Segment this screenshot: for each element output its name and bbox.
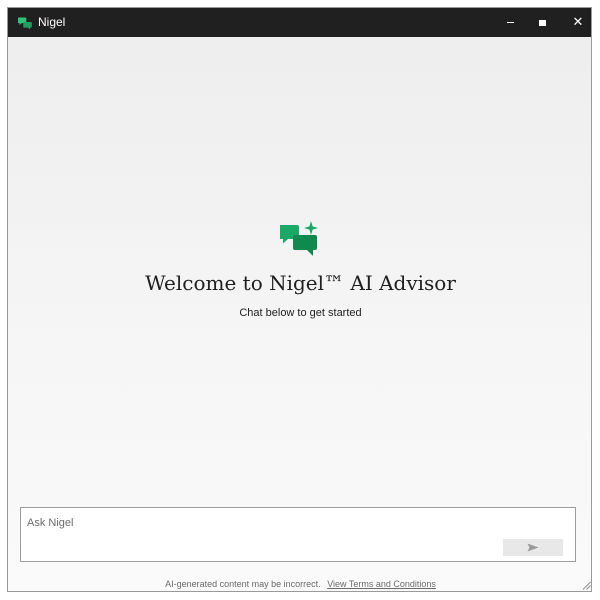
disclaimer-text: AI-generated content may be incorrect.	[165, 579, 321, 589]
resize-grip-icon[interactable]	[582, 581, 591, 590]
ask-input[interactable]	[27, 514, 497, 532]
terms-link[interactable]: View Terms and Conditions	[327, 579, 436, 589]
minimize-button[interactable]	[492, 8, 528, 37]
chat-bubbles-icon	[18, 17, 32, 30]
app-window: Nigel ✕ Welcome to Nigel™ AI Advisor Cha…	[7, 7, 592, 592]
minimize-icon	[506, 21, 514, 24]
footer: AI-generated content may be incorrect. V…	[8, 578, 591, 590]
chat-composer	[20, 507, 576, 562]
welcome-title: Welcome to Nigel™ AI Advisor	[145, 271, 456, 295]
window-title: Nigel	[38, 15, 66, 29]
send-button[interactable]	[503, 539, 563, 556]
close-button[interactable]: ✕	[560, 8, 591, 37]
title-bar[interactable]: Nigel ✕	[8, 8, 591, 37]
close-icon: ✕	[572, 15, 584, 30]
maximize-button[interactable]	[524, 8, 560, 37]
maximize-icon	[538, 19, 546, 26]
welcome-subtitle: Chat below to get started	[239, 307, 362, 319]
chat-bubbles-sparkle-icon	[280, 221, 318, 256]
send-arrow-icon	[527, 543, 539, 552]
